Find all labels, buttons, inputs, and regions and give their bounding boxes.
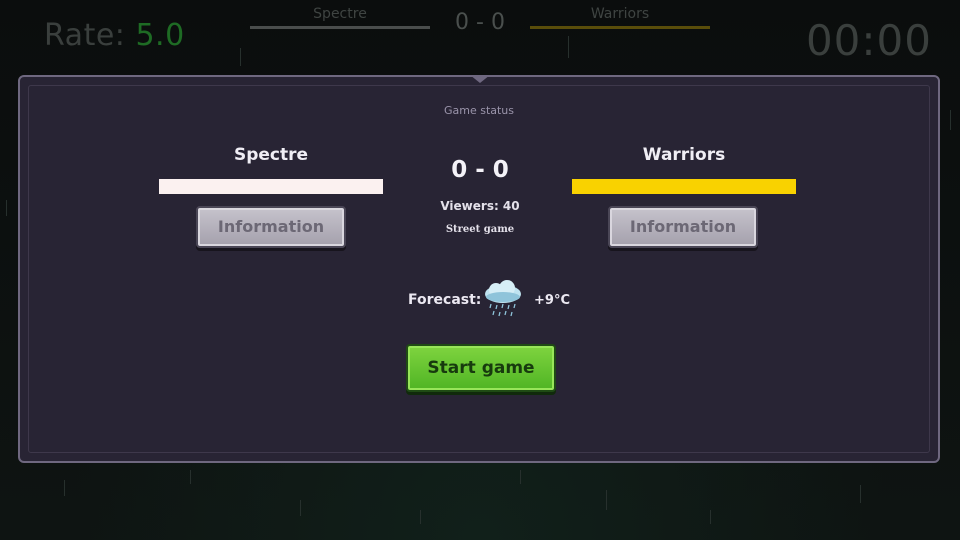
panel-frame — [28, 85, 930, 453]
rate-display: Rate: 5.0 — [44, 18, 185, 53]
viewers-count: Viewers: 40 — [440, 199, 520, 213]
away-team-color-bar — [572, 179, 796, 194]
game-status-panel: Game status Spectre Information 0 - 0 Vi… — [18, 75, 940, 463]
hud-home-team-name: Spectre — [313, 6, 367, 22]
rate-label: Rate: — [44, 18, 126, 53]
home-information-button[interactable]: Information — [196, 206, 346, 248]
away-information-button[interactable]: Information — [608, 206, 758, 248]
hud-home-team-bar — [250, 26, 430, 29]
match-score: 0 - 0 — [451, 157, 509, 183]
rain-cloud-icon — [485, 280, 521, 317]
forecast-label: Forecast: — [408, 292, 482, 308]
venue-label: Street game — [445, 224, 515, 235]
hud-home-team: Spectre — [250, 6, 430, 29]
rate-value: 5.0 — [135, 18, 185, 53]
start-game-button[interactable]: Start game — [406, 344, 556, 392]
home-team-name: Spectre — [233, 145, 309, 165]
match-timer: 00:00 — [805, 16, 932, 65]
hud-away-team: Warriors — [530, 6, 710, 29]
hud-score: 0 - 0 — [455, 10, 505, 35]
away-team-name: Warriors — [642, 145, 726, 165]
hud-away-team-bar — [530, 26, 710, 29]
panel-title: Game status — [443, 104, 515, 117]
temperature: +9°C — [534, 293, 570, 308]
hud-away-team-name: Warriors — [590, 6, 650, 22]
panel-notch — [470, 75, 490, 85]
home-team-color-bar — [159, 179, 383, 194]
